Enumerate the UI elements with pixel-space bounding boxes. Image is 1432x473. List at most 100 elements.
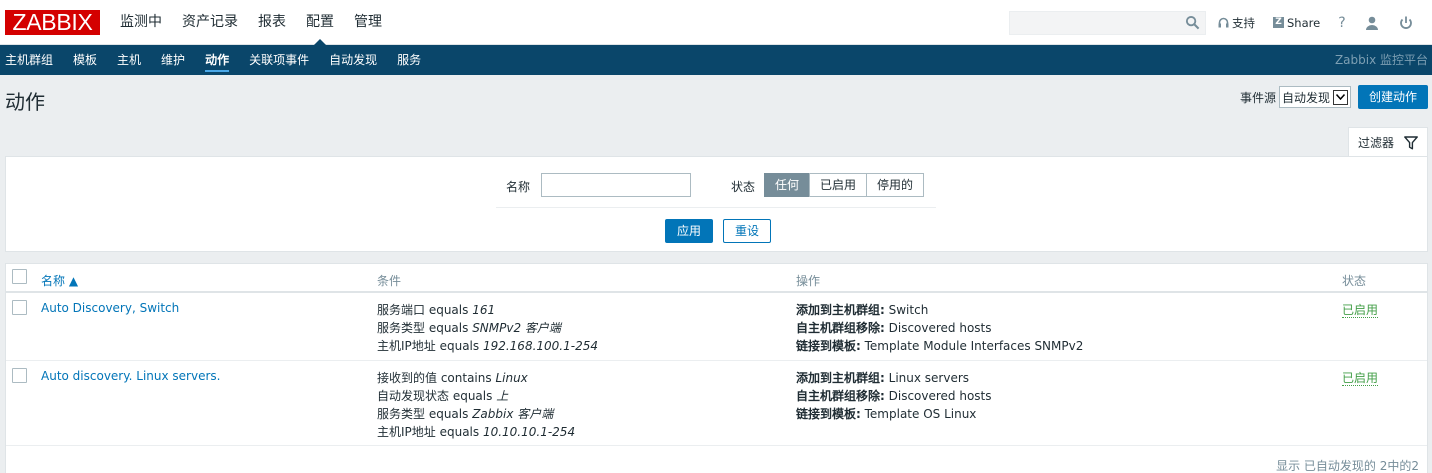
filter-divider <box>496 207 936 208</box>
main-menu-administration[interactable]: 管理 <box>344 0 392 45</box>
page-title: 动作 <box>5 90 45 114</box>
condition-text: 服务端口 equals <box>377 303 473 317</box>
power-icon <box>1399 16 1412 29</box>
sub-menu: 主机群组 模板 主机 维护 动作 关联项事件 自动发现 服务 <box>0 45 431 75</box>
condition-value: 上 <box>496 389 509 403</box>
header-tools: 支持 Z Share ? <box>1218 0 1414 45</box>
status-toggle[interactable]: 已启用 <box>1342 371 1379 386</box>
filter-tab-label: 过滤器 <box>1358 136 1395 150</box>
condition-value: SNMPv2 客户端 <box>472 321 561 335</box>
share-link[interactable]: Z Share <box>1273 16 1320 30</box>
condition-value: Linux <box>495 371 528 385</box>
table-footer-count: 显示 已自动发现的 2中的2 <box>1276 459 1419 473</box>
chevron-down-icon <box>1332 89 1348 105</box>
operation-value: Switch <box>884 303 929 317</box>
top-bar: ZABBIX 监测中 资产记录 报表 配置 管理 支持 Z Share ? <box>0 0 1432 45</box>
condition-text: 自动发现状态 equals <box>377 389 497 403</box>
condition-value: 10.10.10.1-254 <box>482 425 576 439</box>
filter-name-label: 名称 <box>506 180 531 194</box>
main-menu-monitoring[interactable]: 监测中 <box>110 0 172 45</box>
status-option-enabled[interactable]: 已启用 <box>809 173 868 197</box>
help-icon: ? <box>1338 14 1346 31</box>
filter-reset-button[interactable]: 重设 <box>723 219 772 243</box>
main-menu-configuration[interactable]: 配置 <box>296 0 344 45</box>
action-operations: 添加到主机群组: Switch 自主机群组移除: Discovered host… <box>796 301 1083 355</box>
condition-text: 服务类型 equals <box>377 321 473 335</box>
support-link[interactable]: 支持 <box>1218 15 1255 31</box>
event-source-label: 事件源 <box>1239 90 1276 105</box>
condition-text: 接收到的值 contains <box>377 371 496 385</box>
operation-value: Template Module Interfaces SNMPv2 <box>860 339 1084 353</box>
operation-key: 链接到模板: <box>796 407 861 421</box>
main-menu: 监测中 资产记录 报表 配置 管理 <box>110 0 392 45</box>
action-operations: 添加到主机群组: Linux servers 自主机群组移除: Discover… <box>796 369 992 423</box>
action-name-link[interactable]: Auto Discovery, Switch <box>41 301 179 315</box>
filter-name-input[interactable] <box>541 173 691 197</box>
status-option-disabled[interactable]: 停用的 <box>866 173 925 197</box>
actions-table: 名称 ▲ 条件 操作 状态 Auto Discovery, Switch 服务端… <box>5 263 1428 473</box>
status-option-any[interactable]: 任何 <box>764 173 811 197</box>
action-conditions: 接收到的值 contains Linux 自动发现状态 equals 上 服务类… <box>377 369 575 441</box>
condition-text: 主机IP地址 equals <box>377 425 483 439</box>
action-name-link[interactable]: Auto discovery. Linux servers. <box>41 369 220 383</box>
profile-button[interactable] <box>1364 15 1380 31</box>
filter-status-segmented: 任何 已启用 停用的 <box>764 173 925 197</box>
operation-key: 自主机群组移除: <box>796 389 885 403</box>
brand-text: Zabbix 监控平台 <box>1334 53 1428 67</box>
action-conditions: 服务端口 equals 161 服务类型 equals SNMPv2 客户端 主… <box>377 301 598 355</box>
main-menu-inventory[interactable]: 资产记录 <box>172 0 248 45</box>
event-source-select[interactable]: 自动发现 <box>1278 86 1351 108</box>
search-input[interactable] <box>1009 11 1206 35</box>
sub-menu-host-groups[interactable]: 主机群组 <box>0 45 63 75</box>
main-menu-reports[interactable]: 报表 <box>248 0 296 45</box>
filter-tab[interactable]: 过滤器 <box>1348 127 1428 157</box>
operation-value: Discovered hosts <box>884 321 992 335</box>
condition-text: 主机IP地址 equals <box>377 339 483 353</box>
sub-menu-bar: 主机群组 模板 主机 维护 动作 关联项事件 自动发现 服务 Zabbix 监控… <box>0 45 1432 75</box>
headset-icon <box>1218 17 1229 27</box>
share-label: Share <box>1287 15 1321 30</box>
help-button[interactable]: ? <box>1338 15 1345 31</box>
column-status: 状态 <box>1342 274 1367 288</box>
create-action-button[interactable]: 创建动作 <box>1357 85 1428 109</box>
table-row: Auto discovery. Linux servers. 接收到的值 con… <box>6 361 1427 446</box>
sub-menu-templates[interactable]: 模板 <box>63 45 107 75</box>
operation-key: 自主机群组移除: <box>796 321 885 335</box>
column-name-sort[interactable]: 名称 ▲ <box>41 272 78 289</box>
select-all-checkbox[interactable] <box>12 269 27 284</box>
filter-status-label: 状态 <box>731 180 756 194</box>
operation-key: 链接到模板: <box>796 339 861 353</box>
operation-key: 添加到主机群组: <box>796 371 885 385</box>
row-checkbox[interactable] <box>12 368 27 383</box>
sub-menu-discovery[interactable]: 自动发现 <box>319 45 387 75</box>
condition-value: 192.168.100.1-254 <box>482 339 598 353</box>
condition-value: 161 <box>472 303 496 317</box>
filter-apply-button[interactable]: 应用 <box>665 219 714 243</box>
operation-value: Discovered hosts <box>884 389 992 403</box>
support-label: 支持 <box>1232 15 1255 30</box>
header-controls: 事件源 自动发现 创建动作 <box>1240 85 1428 109</box>
share-icon: Z <box>1273 17 1284 28</box>
column-operations: 操作 <box>796 274 821 288</box>
filter-icon <box>1404 136 1418 150</box>
condition-text: 服务类型 equals <box>377 407 473 421</box>
search-icon[interactable] <box>1185 15 1200 30</box>
column-conditions: 条件 <box>377 274 402 288</box>
filter-panel: 名称 状态 任何 已启用 停用的 应用 重设 <box>5 156 1428 252</box>
sub-menu-services[interactable]: 服务 <box>387 45 431 75</box>
operation-key: 添加到主机群组: <box>796 303 885 317</box>
row-checkbox[interactable] <box>12 300 27 315</box>
event-source-value: 自动发现 <box>1281 90 1330 105</box>
sub-menu-actions[interactable]: 动作 <box>195 45 239 75</box>
table-row: Auto Discovery, Switch 服务端口 equals 161 服… <box>6 293 1427 361</box>
status-toggle[interactable]: 已启用 <box>1342 303 1379 318</box>
condition-value: Zabbix 客户端 <box>472 407 554 421</box>
sub-menu-maintenance[interactable]: 维护 <box>151 45 195 75</box>
table-header: 名称 ▲ 条件 操作 状态 <box>6 264 1427 293</box>
zabbix-logo[interactable]: ZABBIX <box>5 10 100 35</box>
logout-button[interactable] <box>1398 15 1414 31</box>
sub-menu-hosts[interactable]: 主机 <box>107 45 151 75</box>
sub-menu-correlation[interactable]: 关联项事件 <box>239 45 319 75</box>
user-icon <box>1365 16 1378 30</box>
operation-value: Linux servers <box>884 371 970 385</box>
